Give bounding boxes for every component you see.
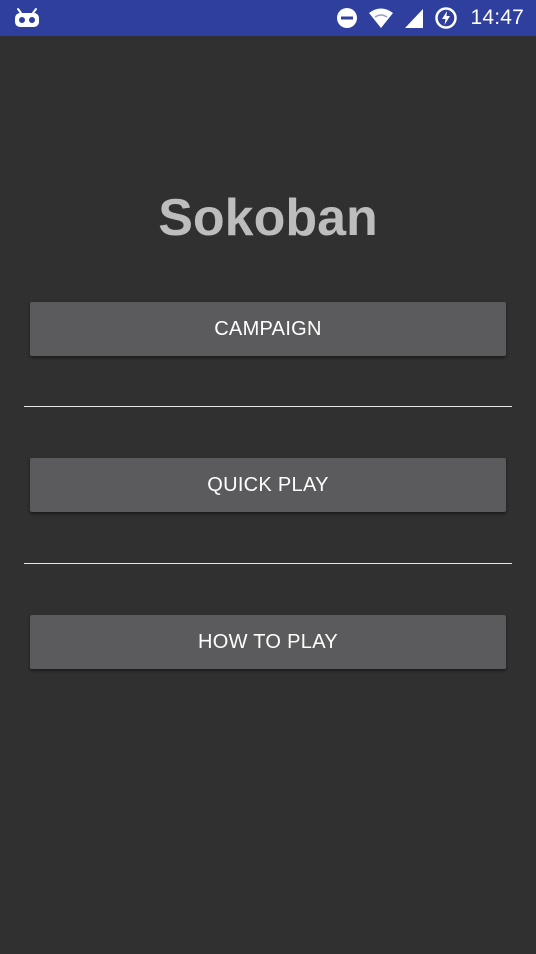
app-title: Sokoban: [158, 189, 378, 247]
wifi-icon: [368, 7, 394, 29]
battery-saver-icon: [434, 6, 458, 30]
quick-play-button[interactable]: QUICK PLAY: [30, 458, 506, 512]
campaign-button[interactable]: CAMPAIGN: [30, 302, 506, 356]
main-menu-screen: Sokoban CAMPAIGN QUICK PLAY HOW TO PLAY: [0, 36, 536, 954]
do-not-disturb-icon: [336, 7, 358, 29]
status-icons: 14:47: [336, 0, 524, 36]
android-debug-icon: [14, 6, 40, 30]
how-to-play-button[interactable]: HOW TO PLAY: [30, 615, 506, 669]
status-bar: 14:47: [0, 0, 536, 36]
signal-icon: [404, 7, 424, 29]
status-time: 14:47: [470, 6, 524, 29]
divider: [24, 406, 512, 407]
divider: [24, 563, 512, 564]
